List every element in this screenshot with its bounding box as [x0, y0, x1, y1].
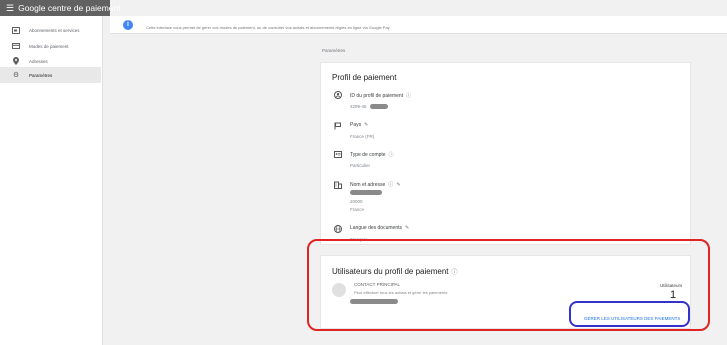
profile-id-label: ID du profil de paiement ⓘ	[350, 92, 411, 99]
sidebar: Abonnements et services Modes de paiemen…	[0, 16, 103, 345]
redaction-bar	[370, 104, 388, 109]
document-language-label: Langue des documents ✎	[350, 225, 409, 231]
building-icon	[333, 180, 342, 189]
account-type-value: Particulier	[350, 163, 371, 168]
page-title: Paramètres	[322, 48, 346, 53]
sidebar-item-label: Abonnements et services	[29, 27, 80, 33]
name-address-label: Nom et adresse ⓘ ✎	[350, 181, 401, 188]
edit-pencil-icon[interactable]: ✎	[364, 122, 368, 128]
address-country-value: France	[350, 207, 365, 212]
sidebar-item-label: Modes de paiement	[29, 43, 69, 49]
sidebar-item-label: Paramètres	[29, 72, 53, 78]
field-label-text: Pays	[350, 122, 362, 128]
account-type-label: Type de compte ⓘ	[350, 151, 394, 158]
info-circle-icon[interactable]: ⓘ	[406, 93, 411, 99]
country-value: France (FR)	[350, 134, 375, 139]
location-pin-icon	[11, 57, 21, 65]
credit-card-icon	[11, 42, 21, 50]
settings-gear-icon: ⚙	[12, 72, 20, 79]
sidebar-item-payment-methods[interactable]: Modes de paiement	[0, 38, 101, 54]
edit-pencil-icon[interactable]: ✎	[396, 182, 400, 188]
subscriptions-icon	[11, 26, 21, 34]
card-title: Profil de paiement	[332, 73, 397, 82]
field-label-text: Langue des documents	[350, 225, 402, 231]
blue-annotation-outline	[569, 301, 690, 327]
info-banner-text: Cette interface vous permet de gérer vos…	[146, 25, 390, 30]
sidebar-item-label: Adresses	[29, 58, 48, 64]
flag-icon	[333, 121, 342, 130]
field-label-text: ID du profil de paiement	[350, 93, 404, 99]
info-circle-icon[interactable]: ⓘ	[388, 182, 393, 188]
postal-code-value: 20000	[350, 199, 363, 204]
field-label-text: Nom et adresse	[350, 182, 386, 188]
info-circle-icon[interactable]: ⓘ	[389, 152, 394, 158]
redaction-bar	[350, 190, 382, 195]
sidebar-item-settings[interactable]: ⚙ Paramètres	[0, 67, 101, 83]
sidebar-item-subscriptions[interactable]: Abonnements et services	[0, 22, 101, 38]
payment-profile-card: Profil de paiement ID du profil de paiem…	[320, 62, 691, 245]
info-icon: i	[123, 20, 133, 30]
country-label: Pays ✎	[350, 122, 368, 128]
app-title: Google centre de paiement	[18, 3, 121, 13]
profile-id-value: 4299-46	[350, 104, 367, 109]
app-bar: ☰ Google centre de paiement	[0, 0, 121, 16]
menu-icon[interactable]: ☰	[6, 3, 14, 13]
globe-icon	[333, 224, 342, 233]
account-icon	[333, 90, 342, 99]
field-label-text: Type de compte	[350, 152, 386, 158]
id-card-icon	[333, 150, 342, 159]
edit-pencil-icon[interactable]: ✎	[405, 225, 409, 231]
